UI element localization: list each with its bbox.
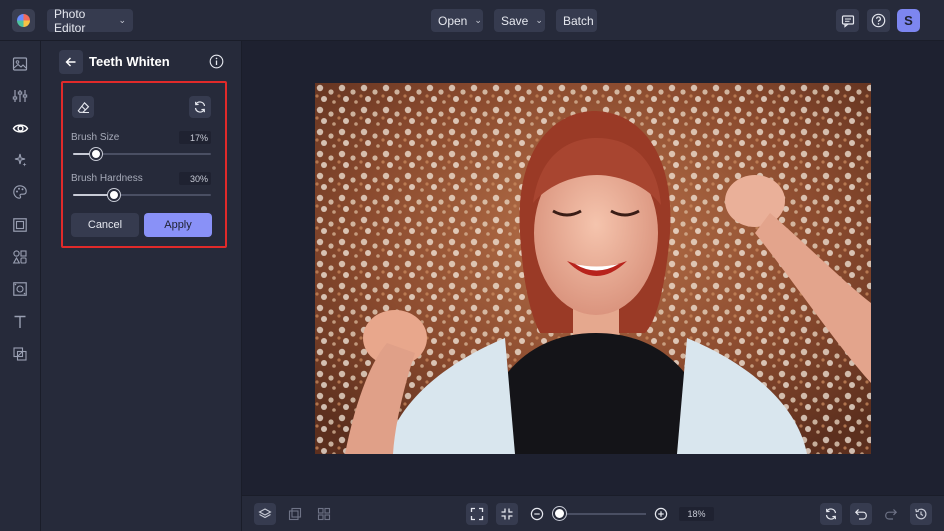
eye-icon — [12, 123, 28, 133]
eraser-button[interactable] — [72, 96, 94, 118]
brush-size-label: Brush Size — [71, 132, 120, 143]
rail-artsy-icon[interactable] — [11, 183, 29, 201]
compare-button[interactable] — [284, 503, 306, 525]
back-button[interactable] — [59, 50, 83, 74]
palette-icon — [13, 185, 27, 199]
compare-icon — [288, 507, 302, 521]
collapse-icon — [501, 508, 513, 520]
eraser-icon — [77, 101, 89, 113]
reset-image-button[interactable] — [820, 503, 842, 525]
brush-hardness-value[interactable]: 30% — [179, 172, 211, 185]
texture-icon — [13, 282, 27, 296]
panel-title: Teeth Whiten — [89, 54, 170, 69]
zoom-slider-track[interactable] — [558, 513, 646, 515]
redo-icon — [885, 509, 898, 520]
layers-icon — [258, 508, 272, 519]
rail-effects-icon[interactable] — [11, 151, 29, 169]
info-icon — [209, 54, 224, 69]
canvas-area — [242, 41, 944, 495]
arrow-left-icon — [65, 57, 76, 67]
top-bar: Photo Editor ⌄ Open ⌄ Save ⌄ Batch S — [0, 0, 944, 41]
reset-button[interactable] — [189, 96, 211, 118]
cancel-button[interactable]: Cancel — [71, 213, 139, 237]
text-icon — [14, 315, 26, 328]
apply-button[interactable]: Apply — [144, 213, 212, 237]
photo-editor-dropdown[interactable]: Photo Editor ⌄ — [47, 6, 133, 35]
layers-button[interactable] — [254, 503, 276, 525]
layers-overlay-icon — [13, 347, 27, 361]
rail-graphics-icon[interactable] — [11, 248, 29, 266]
brush-size-value[interactable]: 17% — [179, 131, 211, 144]
feedback-button[interactable] — [836, 9, 859, 32]
rail-textures-icon[interactable] — [11, 280, 29, 298]
brush-hardness-label: Brush Hardness — [71, 173, 143, 184]
refresh-icon — [825, 508, 837, 520]
info-button[interactable] — [209, 54, 224, 69]
grid-button[interactable] — [313, 503, 335, 525]
redo-button[interactable] — [880, 503, 902, 525]
chevron-down-icon: ⌄ — [118, 15, 126, 25]
open-label: Open — [438, 13, 468, 28]
chevron-down-icon: ⌄ — [474, 15, 482, 25]
image-icon — [12, 57, 28, 71]
expand-icon — [470, 507, 484, 521]
avatar[interactable]: S — [897, 9, 920, 32]
actual-size-button[interactable] — [496, 503, 518, 525]
frame-icon — [13, 218, 27, 232]
brush-hardness-slider[interactable] — [73, 189, 211, 201]
zoom-in-icon — [654, 507, 668, 521]
shapes-icon — [12, 250, 27, 264]
grid-icon — [317, 507, 331, 521]
rail-adjust-icon[interactable] — [11, 87, 29, 105]
tool-rail — [0, 41, 41, 531]
zoom-in-button[interactable] — [650, 503, 672, 525]
sliders-icon — [12, 90, 28, 102]
save-dropdown[interactable]: Save ⌄ — [494, 9, 545, 32]
zoom-out-button[interactable] — [526, 503, 548, 525]
help-icon — [871, 13, 886, 28]
photo-editor-label: Photo Editor — [54, 6, 86, 35]
portrait-image — [315, 83, 871, 454]
comment-icon — [841, 14, 854, 28]
rail-image-icon[interactable] — [11, 55, 29, 73]
rail-overlay-icon[interactable] — [11, 345, 29, 363]
zoom-slider-thumb[interactable] — [553, 507, 566, 520]
sparkle-icon — [14, 153, 27, 167]
undo-icon — [854, 509, 867, 520]
history-icon — [915, 508, 927, 520]
undo-button[interactable] — [850, 503, 872, 525]
help-button[interactable] — [867, 9, 890, 32]
rail-touch-up-icon[interactable] — [11, 119, 29, 137]
chevron-down-icon: ⌄ — [535, 15, 543, 25]
refresh-icon — [194, 101, 206, 113]
save-label: Save — [501, 13, 529, 28]
batch-button[interactable]: Batch — [556, 9, 597, 32]
app-logo[interactable] — [12, 9, 35, 32]
bottom-bar: 18% — [242, 495, 944, 531]
zoom-out-icon — [530, 507, 544, 521]
zoom-level-value[interactable]: 18% — [679, 507, 714, 521]
brush-size-slider[interactable] — [73, 148, 211, 160]
rail-text-icon[interactable] — [11, 313, 29, 331]
avatar-initial: S — [904, 13, 913, 28]
logo-mark — [17, 14, 30, 27]
teeth-whiten-panel: Teeth Whiten Brush Size 17% Brush Hardne… — [41, 41, 242, 531]
history-button[interactable] — [910, 503, 932, 525]
fit-screen-button[interactable] — [466, 503, 488, 525]
edited-photo[interactable] — [315, 83, 871, 454]
rail-frames-icon[interactable] — [11, 216, 29, 234]
open-dropdown[interactable]: Open ⌄ — [431, 9, 483, 32]
batch-label: Batch — [563, 13, 594, 28]
